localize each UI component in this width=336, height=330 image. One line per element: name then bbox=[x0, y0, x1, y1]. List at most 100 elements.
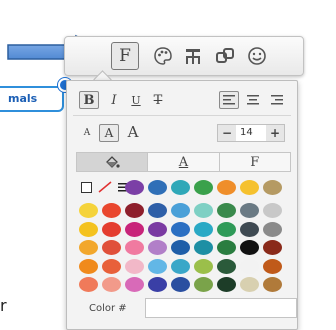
align-center-icon bbox=[247, 95, 259, 105]
color-swatch[interactable] bbox=[148, 240, 167, 255]
link-icon bbox=[216, 48, 234, 63]
color-swatch[interactable] bbox=[102, 277, 121, 292]
color-swatch[interactable] bbox=[171, 180, 190, 195]
color-swatch[interactable] bbox=[217, 180, 236, 195]
color-swatch[interactable] bbox=[263, 258, 282, 274]
color-swatch[interactable] bbox=[102, 258, 121, 274]
font-tab-label: F bbox=[250, 154, 260, 170]
color-swatch[interactable] bbox=[171, 203, 190, 218]
color-swatch[interactable] bbox=[171, 240, 190, 255]
tab-font[interactable]: F bbox=[218, 152, 291, 172]
align-left-button[interactable] bbox=[219, 91, 239, 109]
color-swatch[interactable] bbox=[217, 203, 236, 218]
font-size-stepper: − 14 + bbox=[217, 124, 285, 142]
size-medium-label: A bbox=[104, 126, 114, 140]
color-swatch[interactable] bbox=[263, 180, 282, 195]
color-swatch[interactable] bbox=[263, 277, 282, 292]
color-swatch[interactable] bbox=[240, 240, 259, 255]
bold-label: B bbox=[83, 92, 95, 108]
divider bbox=[73, 115, 291, 116]
font-size-medium-button[interactable]: A bbox=[99, 124, 119, 142]
color-swatch[interactable] bbox=[240, 180, 259, 195]
color-swatch[interactable] bbox=[263, 240, 282, 255]
color-swatch[interactable] bbox=[148, 221, 167, 237]
color-swatch[interactable] bbox=[217, 258, 236, 274]
color-swatch[interactable] bbox=[217, 240, 236, 255]
color-swatch[interactable] bbox=[194, 277, 213, 292]
color-swatch[interactable] bbox=[171, 277, 190, 292]
text-color-label: A bbox=[178, 154, 189, 170]
color-swatch[interactable] bbox=[194, 221, 213, 237]
smiley-icon bbox=[248, 47, 266, 65]
color-swatch[interactable] bbox=[217, 277, 236, 292]
color-swatch[interactable] bbox=[263, 221, 282, 237]
color-swatch[interactable] bbox=[217, 221, 236, 237]
color-swatch[interactable] bbox=[148, 277, 167, 292]
italic-label: I bbox=[111, 92, 117, 108]
size-large-label: A bbox=[127, 123, 139, 141]
emoji-button[interactable] bbox=[243, 42, 271, 70]
color-swatch[interactable] bbox=[263, 203, 282, 218]
strikethrough-button[interactable]: T bbox=[149, 91, 167, 109]
color-swatch[interactable] bbox=[194, 203, 213, 218]
bold-button[interactable]: B bbox=[79, 91, 99, 109]
node-label: mals bbox=[8, 92, 38, 105]
font-size-value[interactable]: 14 bbox=[236, 125, 266, 141]
selected-node[interactable]: mals bbox=[0, 86, 64, 112]
color-swatch[interactable] bbox=[240, 277, 259, 292]
color-swatch[interactable] bbox=[240, 203, 259, 218]
color-swatch[interactable] bbox=[79, 203, 98, 218]
color-swatch[interactable] bbox=[194, 240, 213, 255]
color-swatch[interactable] bbox=[79, 221, 98, 237]
border-none-slash-icon[interactable] bbox=[98, 181, 112, 193]
color-swatch[interactable] bbox=[148, 203, 167, 218]
color-swatch[interactable] bbox=[194, 258, 213, 274]
align-center-button[interactable] bbox=[243, 91, 263, 109]
color-swatch[interactable] bbox=[194, 180, 213, 195]
color-hex-input[interactable] bbox=[145, 298, 297, 318]
color-swatch[interactable] bbox=[125, 203, 144, 218]
format-panel: B I U T A A A − 14 + A F Color # bbox=[66, 80, 298, 330]
align-left-icon bbox=[223, 95, 235, 105]
underline-button[interactable]: U bbox=[127, 91, 145, 109]
align-right-icon bbox=[271, 95, 283, 105]
palette-icon bbox=[154, 47, 172, 65]
color-swatch[interactable] bbox=[125, 277, 144, 292]
size-small-label: A bbox=[83, 128, 91, 138]
increase-size-button[interactable]: + bbox=[266, 125, 284, 141]
tab-text-color[interactable]: A bbox=[147, 152, 220, 172]
partial-text: r bbox=[0, 296, 7, 315]
color-swatch[interactable] bbox=[79, 258, 98, 274]
font-size-large-button[interactable]: A bbox=[123, 123, 143, 141]
color-swatch[interactable] bbox=[148, 258, 167, 274]
color-swatch[interactable] bbox=[125, 221, 144, 237]
color-swatch[interactable] bbox=[125, 180, 144, 195]
palette-button[interactable] bbox=[149, 42, 177, 70]
layout-button[interactable] bbox=[179, 42, 207, 70]
link-button[interactable] bbox=[211, 42, 239, 70]
hierarchy-icon bbox=[186, 49, 200, 64]
color-swatch[interactable] bbox=[79, 277, 98, 292]
underline-label: U bbox=[131, 93, 141, 107]
italic-button[interactable]: I bbox=[105, 91, 123, 109]
color-swatch[interactable] bbox=[171, 258, 190, 274]
paint-bucket-icon bbox=[106, 156, 120, 168]
color-swatch[interactable] bbox=[79, 240, 98, 255]
tab-fill[interactable] bbox=[76, 152, 149, 172]
no-border-button[interactable] bbox=[81, 181, 92, 193]
color-swatch[interactable] bbox=[240, 258, 259, 274]
color-swatch[interactable] bbox=[240, 221, 259, 237]
color-swatch[interactable] bbox=[125, 258, 144, 274]
decrease-size-button[interactable]: − bbox=[218, 125, 236, 141]
align-right-button[interactable] bbox=[267, 91, 287, 109]
color-swatch[interactable] bbox=[125, 240, 144, 255]
color-swatch[interactable] bbox=[102, 203, 121, 218]
format-F-icon: F bbox=[119, 46, 131, 66]
color-swatch[interactable] bbox=[102, 240, 121, 255]
format-button[interactable]: F bbox=[111, 42, 139, 70]
color-tabs: A F bbox=[76, 152, 291, 172]
color-swatch[interactable] bbox=[102, 221, 121, 237]
font-size-small-button[interactable]: A bbox=[79, 124, 95, 142]
color-swatch[interactable] bbox=[171, 221, 190, 237]
color-swatch[interactable] bbox=[148, 180, 167, 195]
